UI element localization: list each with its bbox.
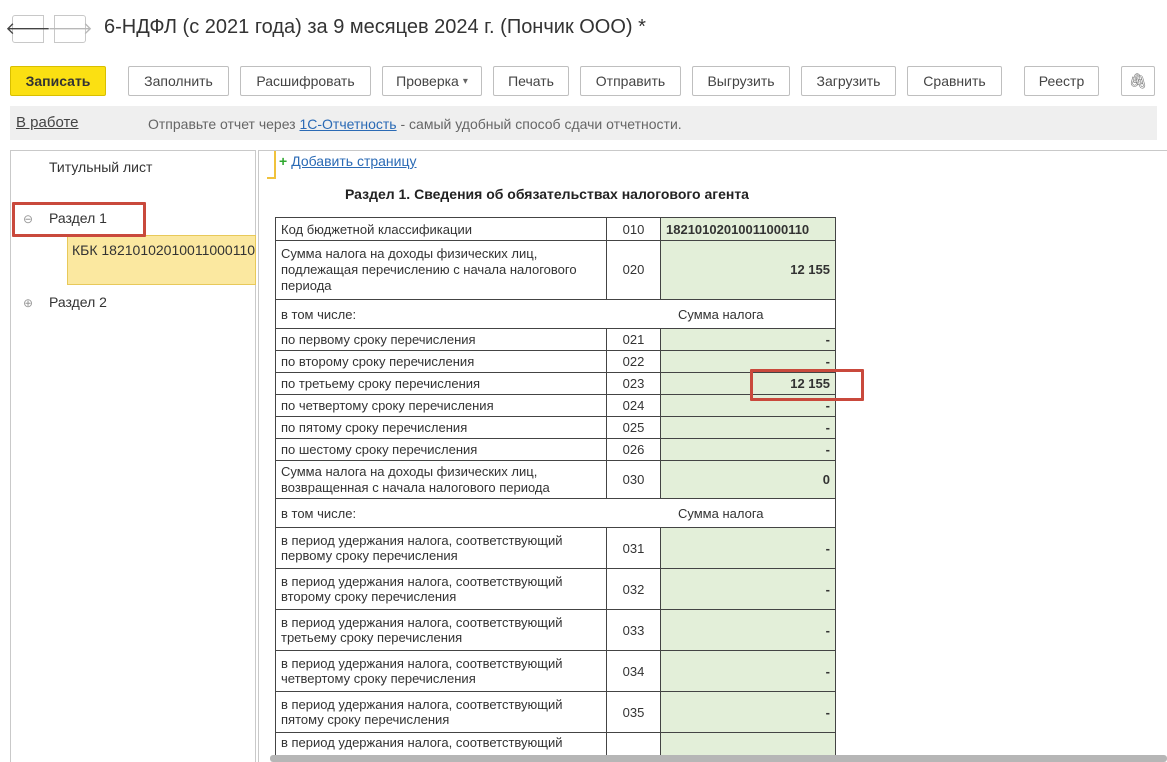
row-code: 035 — [606, 691, 661, 733]
column-label: Сумма налога — [606, 299, 836, 329]
row-code: 030 — [606, 460, 661, 499]
row-code: 031 — [606, 527, 661, 569]
plus-icon: + — [279, 153, 288, 169]
row-name: по пятому сроку перечисления — [275, 416, 607, 439]
tree-item-section-2[interactable]: Раздел 2 — [49, 294, 139, 310]
row-code: 026 — [606, 438, 661, 461]
horizontal-scrollbar[interactable] — [270, 755, 1167, 762]
value-cell-035[interactable]: - — [660, 691, 836, 733]
import-button[interactable]: Загрузить — [801, 66, 896, 96]
print-button[interactable]: Печать — [493, 66, 569, 96]
expand-icon[interactable]: ⊕ — [23, 296, 33, 310]
page-marker — [267, 151, 276, 179]
row-name: по четвертому сроку перечисления — [275, 394, 607, 417]
row-code: 020 — [606, 240, 661, 300]
table-row: Код бюджетной классификации 010 18210102… — [275, 217, 836, 241]
fill-button[interactable]: Заполнить — [128, 66, 229, 96]
document-title: 6-НДФЛ (с 2021 года) за 9 месяцев 2024 г… — [104, 16, 646, 38]
table-row: в период удержания налога, соответствующ… — [275, 691, 836, 733]
value-cell-030[interactable]: 0 — [660, 460, 836, 499]
report-form: + Добавить страницу Раздел 1. Сведения об… — [258, 150, 1167, 762]
table-row: в том числе: Сумма налога — [275, 299, 836, 329]
column-label: Сумма налога — [606, 498, 836, 528]
row-name: в период удержания налога, соответствующ… — [275, 568, 607, 610]
row-code: 010 — [606, 217, 661, 241]
value-cell-031[interactable]: - — [660, 527, 836, 569]
table-row: по пятому сроку перечисления 025 - — [275, 416, 836, 439]
section-tree: Титульный лист ⊖ Раздел 1 КБК 1821010201… — [10, 150, 256, 762]
row-code: 023 — [606, 372, 661, 395]
attach-button[interactable]: 🖇 — [1121, 66, 1155, 96]
value-cell-020[interactable]: 12 155 — [660, 240, 836, 300]
value-cell-032[interactable]: - — [660, 568, 836, 610]
check-label: Проверка — [396, 73, 459, 89]
add-page-label: Добавить страницу — [291, 153, 417, 169]
send-button[interactable]: Отправить — [580, 66, 681, 96]
table-row: Сумма налога на доходы физических лиц, в… — [275, 460, 836, 499]
report-table: Код бюджетной классификации 010 18210102… — [275, 217, 836, 762]
section-title: Раздел 1. Сведения об обязательствах нал… — [345, 186, 749, 202]
table-row: по шестому сроку перечисления 026 - — [275, 438, 836, 461]
1c-reporting-link[interactable]: 1С-Отчетность — [299, 116, 396, 132]
table-row: в период удержания налога, соответствующ… — [275, 568, 836, 610]
tree-item-title-page[interactable]: Титульный лист — [49, 159, 249, 175]
row-name: в период удержания налога, соответствующ… — [275, 609, 607, 651]
arrow-right-icon: 🡒 — [47, 19, 93, 38]
registry-button[interactable]: Реестр — [1024, 66, 1099, 96]
highlight-box-section — [12, 202, 146, 237]
compare-button[interactable]: Сравнить — [907, 66, 1002, 96]
save-button[interactable]: Записать — [10, 66, 106, 96]
status-link[interactable]: В работе — [16, 114, 79, 131]
tree-item-kbk[interactable]: КБК 18210102010011000110 — [67, 235, 256, 285]
row-name: по первому сроку перечисления — [275, 328, 607, 351]
table-row: Сумма налога на доходы физических лиц, п… — [275, 240, 836, 300]
row-name: Сумма налога на доходы физических лиц, п… — [275, 240, 607, 300]
row-name: по второму сроку перечисления — [275, 350, 607, 373]
row-name: в том числе: — [275, 498, 607, 528]
row-code: 033 — [606, 609, 661, 651]
add-page-link[interactable]: + Добавить страницу — [279, 153, 417, 169]
info-message: Отправьте отчет через 1С-Отчетность - са… — [148, 116, 682, 132]
row-code: 025 — [606, 416, 661, 439]
info-text-before: Отправьте отчет через — [148, 116, 300, 132]
row-name: в период удержания налога, соответствующ… — [275, 650, 607, 692]
value-cell-025[interactable]: - — [660, 416, 836, 439]
row-code: 021 — [606, 328, 661, 351]
table-row: в период удержания налога, соответствующ… — [275, 650, 836, 692]
row-name: Сумма налога на доходы физических лиц, в… — [275, 460, 607, 499]
value-cell-010[interactable]: 18210102010011000110 — [660, 217, 836, 241]
highlight-box-value — [750, 369, 864, 401]
row-code: 022 — [606, 350, 661, 373]
row-name: по третьему сроку перечисления — [275, 372, 607, 395]
row-code: 034 — [606, 650, 661, 692]
value-cell-026[interactable]: - — [660, 438, 836, 461]
row-name: в период удержания налога, соответствующ… — [275, 691, 607, 733]
row-code: 024 — [606, 394, 661, 417]
row-name: в период удержания налога, соответствующ… — [275, 527, 607, 569]
check-dropdown-button[interactable]: Проверка ▾ — [382, 66, 482, 96]
chevron-down-icon: ▾ — [462, 75, 468, 87]
export-button[interactable]: Выгрузить — [692, 66, 790, 96]
table-row: в период удержания налога, соответствующ… — [275, 609, 836, 651]
arrow-left-icon: 🡐 — [5, 19, 51, 38]
row-name: в том числе: — [275, 299, 607, 329]
info-text-after: - самый удобный способ сдачи отчетности. — [396, 116, 682, 132]
info-band: В работе Отправьте отчет через 1С-Отчетн… — [10, 106, 1157, 140]
forward-button[interactable]: 🡒 — [47, 15, 93, 43]
value-cell-021[interactable]: - — [660, 328, 836, 351]
back-button[interactable]: 🡐 — [5, 15, 51, 43]
row-code: 032 — [606, 568, 661, 610]
table-row: по первому сроку перечисления 021 - — [275, 328, 836, 351]
table-row: в том числе: Сумма налога — [275, 498, 836, 528]
paperclip-icon: 🖇 — [1128, 73, 1148, 90]
decode-button[interactable]: Расшифровать — [240, 66, 371, 96]
table-row: в период удержания налога, соответствующ… — [275, 527, 836, 569]
row-name: Код бюджетной классификации — [275, 217, 607, 241]
value-cell-033[interactable]: - — [660, 609, 836, 651]
value-cell-034[interactable]: - — [660, 650, 836, 692]
row-name: по шестому сроку перечисления — [275, 438, 607, 461]
